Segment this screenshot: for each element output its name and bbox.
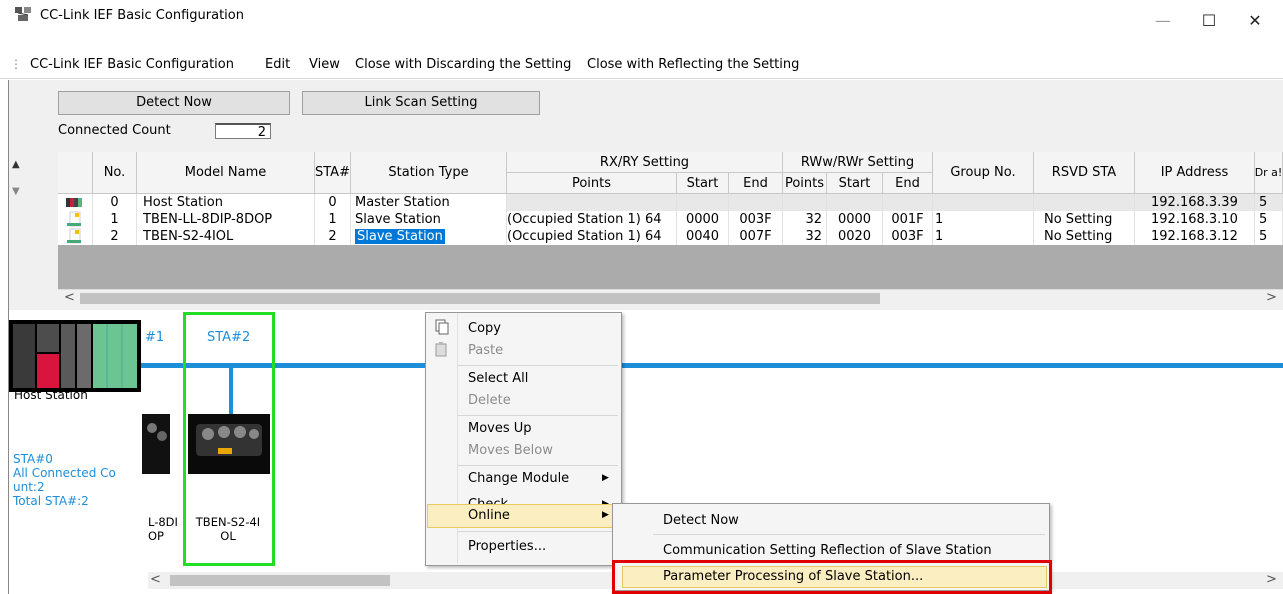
menu-cclink[interactable]: CC-Link IEF Basic Configuration [30, 57, 234, 72]
slave1-label: L-8DI OP [148, 515, 178, 543]
menu-close-reflect[interactable]: Close with Reflecting the Setting [587, 57, 799, 72]
menu-edit[interactable]: Edit [265, 57, 290, 72]
menu-separator [458, 465, 618, 466]
context-menu: Copy Paste Select All Delete Moves Up Mo… [425, 312, 622, 566]
header-icon-col [58, 152, 93, 194]
scroll-thumb[interactable] [80, 293, 880, 304]
row-icon [58, 228, 93, 245]
menu-online-highlight [427, 504, 618, 528]
header-station-type: Station Type [351, 152, 507, 194]
row-icon [58, 211, 93, 228]
sta2-drop-line [229, 366, 233, 414]
header-model-name: Model Name [137, 152, 315, 194]
menu-online[interactable]: Online [468, 508, 510, 523]
header-rxry-setting: RX/RY Setting [507, 152, 783, 173]
menu-select-all[interactable]: Select All [468, 371, 528, 386]
header-sta: STA# [315, 152, 351, 194]
copy-icon [435, 319, 449, 335]
menu-separator [653, 534, 1045, 535]
header-rww-setting: RWw/RWr Setting [783, 152, 933, 173]
table-row[interactable]: 0 Host Station 0 Master Station 192.168.… [58, 194, 1283, 211]
host-station-module[interactable] [9, 320, 141, 392]
network-summary: STA#0 All Connected Co unt:2 Total STA#:2 [13, 452, 116, 508]
submenu-arrow-icon: ▶ [602, 510, 609, 520]
table-horizontal-scrollbar[interactable]: < > [58, 289, 1283, 307]
header-rx-points: Points [507, 173, 677, 194]
slave2-device-image[interactable] [188, 414, 270, 474]
table-row[interactable]: 2 TBEN-S2-4IOL 2 Slave Station 64 (1 Occ… [58, 228, 1283, 245]
connected-count-label: Connected Count [58, 123, 171, 138]
detect-now-button[interactable]: Detect Now [58, 91, 290, 115]
header-rw-points: Points [783, 173, 827, 194]
slave-station-icon [67, 211, 81, 227]
menu-separator [458, 531, 618, 532]
menu-delete[interactable]: Delete [468, 393, 511, 408]
grid-empty-area [58, 245, 1283, 290]
header-rsvd-sta: RSVD STA [1034, 152, 1135, 194]
header-no: No. [93, 152, 137, 194]
master-station-icon [66, 198, 82, 207]
header-group-no: Group No. [933, 152, 1034, 194]
submenu-arrow-icon: ▶ [602, 473, 609, 483]
header-rw-start: Start [827, 173, 883, 194]
row-icon [58, 194, 93, 211]
network-bus-line [140, 363, 1283, 368]
menu-change-module[interactable]: Change Module [468, 471, 569, 486]
header-ip-address: IP Address [1135, 152, 1255, 194]
sta1-label: #1 [145, 330, 165, 345]
menu-close-discard[interactable]: Close with Discarding the Setting [355, 57, 571, 72]
scroll-left-icon[interactable]: < [150, 572, 161, 587]
link-scan-setting-button[interactable]: Link Scan Setting [302, 91, 540, 115]
title-bar: CC-Link IEF Basic Configuration — ☐ ✕ [0, 0, 1283, 45]
menu-copy[interactable]: Copy [468, 321, 501, 336]
submenu-detect-now[interactable]: Detect Now [663, 513, 739, 528]
maximize-button[interactable]: ☐ [1186, 2, 1232, 40]
menu-view[interactable]: View [309, 57, 340, 72]
menu-moves-below[interactable]: Moves Below [468, 443, 553, 458]
menu-separator [458, 365, 618, 366]
slave2-label: TBEN-S2-4I OL [195, 515, 261, 543]
sta2-label: STA#2 [207, 330, 251, 345]
header-rx-end: End [729, 173, 783, 194]
connected-count-value: 2 [215, 123, 271, 140]
table-row[interactable]: 1 TBEN-LL-8DIP-8DOP 1 Slave Station 64 (… [58, 211, 1283, 228]
scroll-thumb[interactable] [170, 575, 390, 586]
host-station-label: Host Station [14, 388, 88, 402]
close-button[interactable]: ✕ [1232, 2, 1278, 40]
menu-bar: ⋮ CC-Link IEF Basic Configuration Edit V… [0, 44, 1283, 79]
slave-station-icon [67, 228, 81, 244]
menu-properties[interactable]: Properties... [468, 539, 546, 554]
slave1-device-image[interactable] [142, 414, 170, 474]
scroll-down-icon[interactable]: ▼ [12, 186, 26, 200]
header-cut-col: Dr a! [1255, 152, 1283, 194]
scroll-left-icon[interactable]: < [64, 290, 75, 305]
station-table: No. Model Name STA# Station Type RX/RY S… [58, 152, 1283, 290]
header-rx-start: Start [677, 173, 729, 194]
minimize-button[interactable]: — [1140, 2, 1186, 40]
app-icon [15, 7, 31, 21]
menu-grip-icon: ⋮ [10, 57, 22, 71]
header-rw-end: End [883, 173, 933, 194]
annotation-highlight-box [612, 560, 1052, 594]
scroll-right-icon[interactable]: > [1266, 290, 1277, 305]
paste-icon [435, 342, 447, 357]
scroll-up-icon[interactable]: ▲ [12, 159, 26, 173]
window-title: CC-Link IEF Basic Configuration [40, 8, 244, 23]
selected-station-type[interactable]: Slave Station [355, 229, 445, 244]
menu-paste[interactable]: Paste [468, 343, 503, 358]
submenu-comm-setting-reflection[interactable]: Communication Setting Reflection of Slav… [663, 543, 992, 558]
menu-moves-up[interactable]: Moves Up [468, 421, 532, 436]
menu-separator [458, 415, 618, 416]
scroll-right-icon[interactable]: > [1266, 572, 1277, 587]
